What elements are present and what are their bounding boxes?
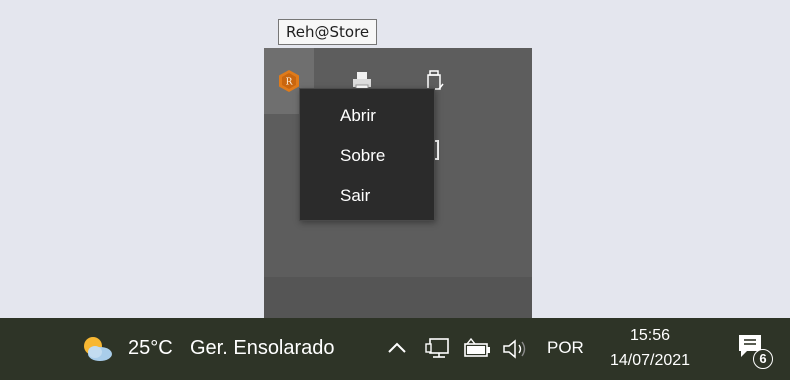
network-monitor-icon[interactable]: [424, 335, 454, 363]
svg-text:R: R: [286, 78, 293, 88]
partly-sunny-icon[interactable]: [80, 335, 114, 363]
weather-condition[interactable]: Ger. Ensolarado: [190, 335, 335, 361]
tray-context-menu: Abrir Sobre Sair: [299, 88, 435, 221]
clock-date: 14/07/2021: [609, 352, 691, 369]
flyout-footer: [264, 277, 532, 318]
input-language[interactable]: POR: [547, 336, 584, 360]
menu-item-sair[interactable]: Sair: [300, 178, 434, 214]
app-tooltip: Reh@Store: [278, 19, 378, 45]
battery-icon[interactable]: [461, 336, 493, 362]
screen-edge: [790, 0, 795, 380]
weather-temperature[interactable]: 25°C: [128, 335, 173, 361]
menu-item-abrir[interactable]: Abrir: [300, 98, 434, 134]
taskbar: 25°C Ger. Ensolarado POR 15:56 14/07/202…: [0, 318, 790, 380]
rehstore-app-icon: R: [279, 70, 299, 92]
notification-count-badge: 6: [753, 349, 773, 369]
clock-time: 15:56: [629, 327, 671, 344]
clock[interactable]: 15:56 14/07/2021: [604, 324, 696, 373]
volume-icon[interactable]: [500, 336, 532, 362]
menu-item-sobre[interactable]: Sobre: [300, 138, 434, 174]
chevron-up-icon[interactable]: [383, 334, 411, 362]
notification-center-button[interactable]: 6: [734, 330, 774, 370]
